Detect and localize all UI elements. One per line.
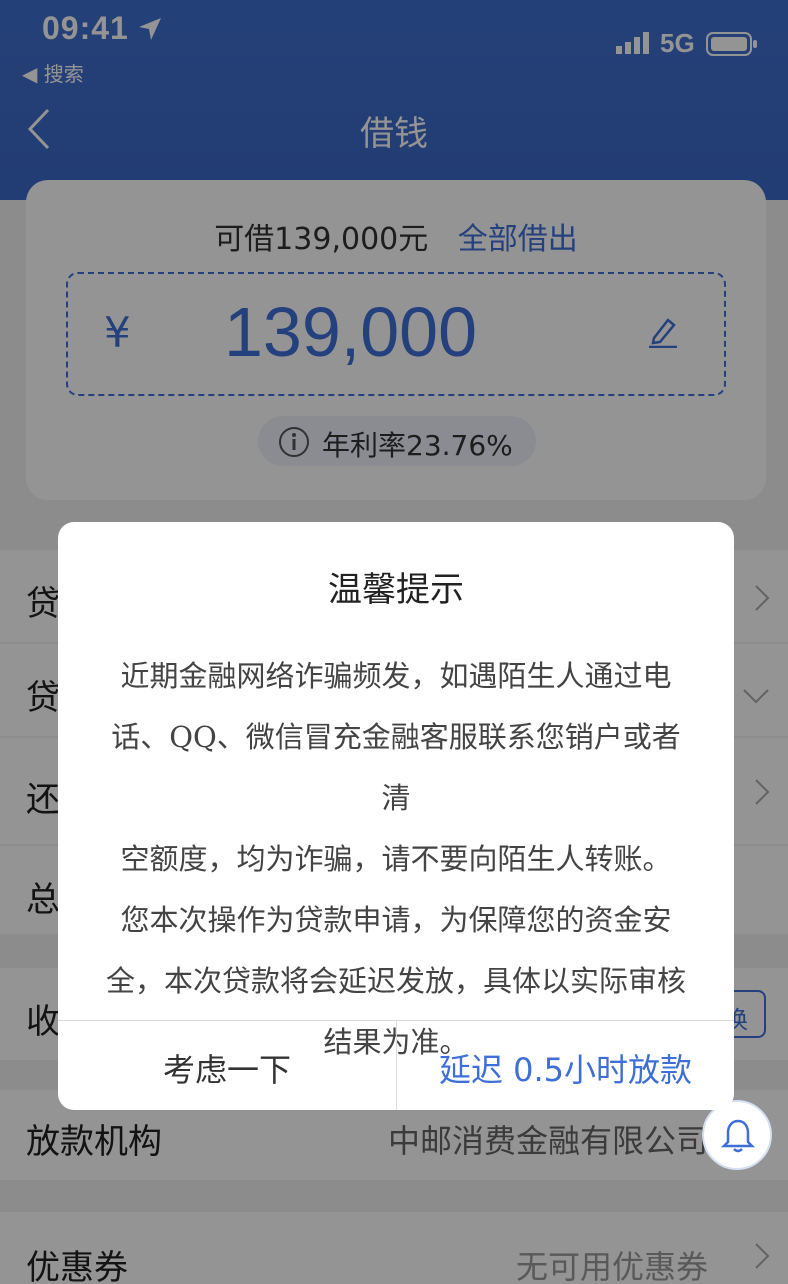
consider-button[interactable]: 考虑一下 xyxy=(58,1021,396,1110)
dialog-button-bar: 考虑一下 延迟 0.5小时放款 xyxy=(58,1020,734,1110)
dialog-message-line: 全，本次贷款将会延迟发放，具体以实际审核 xyxy=(105,964,686,998)
dialog-message: 近期金融网络诈骗频发，如遇陌生人通过电 话、QQ、微信冒充金融客服联系您销户或者… xyxy=(100,646,692,1073)
dialog-message-line: 您本次操作为贷款申请，为保障您的资金安 xyxy=(120,903,672,937)
bell-icon xyxy=(721,1119,755,1153)
dialog-message-line: 空额度，均为诈骗，请不要向陌生人转账。 xyxy=(120,842,672,876)
floating-bell-button[interactable] xyxy=(702,1100,772,1170)
dialog-title: 温馨提示 xyxy=(328,570,464,610)
delay-disbursement-button[interactable]: 延迟 0.5小时放款 xyxy=(397,1021,734,1110)
dialog-message-line: 话、QQ、微信冒充金融客服联系您销户或者清 xyxy=(111,720,681,815)
warm-tip-dialog: 温馨提示 近期金融网络诈骗频发，如遇陌生人通过电 话、QQ、微信冒充金融客服联系… xyxy=(58,522,734,1110)
dialog-message-line: 近期金融网络诈骗频发，如遇陌生人通过电 xyxy=(120,659,672,693)
